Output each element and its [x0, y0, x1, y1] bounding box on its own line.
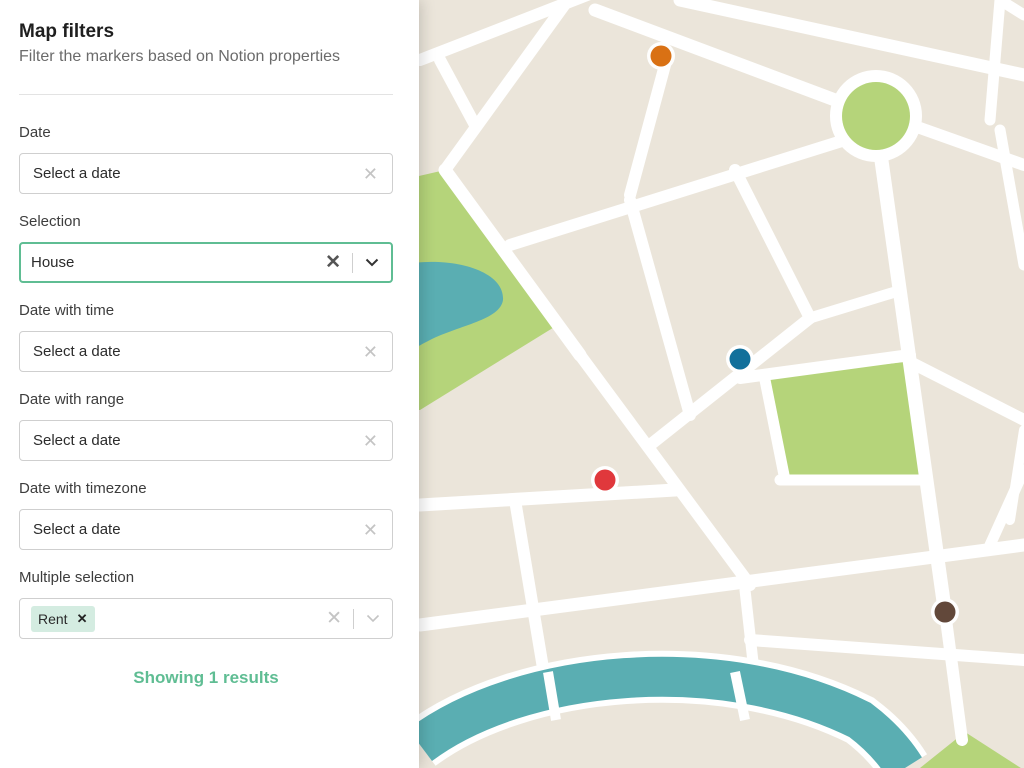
filter-panel: Map filters Filter the markers based on … [0, 0, 419, 768]
date-time-label: Date with time [19, 302, 115, 319]
date-label: Date [19, 124, 51, 141]
selection-label: Selection [19, 213, 81, 230]
clear-icon[interactable]: ✕ [363, 521, 378, 539]
chevron-down-icon[interactable] [354, 614, 392, 623]
date-filter: Date Select a date ✕ [19, 124, 393, 194]
panel-subtitle: Filter the markers based on Notion prope… [19, 48, 341, 65]
date-range-input[interactable]: Select a date ✕ [19, 420, 393, 461]
divider [19, 94, 393, 95]
map-marker-orange[interactable] [647, 42, 675, 70]
chevron-down-icon[interactable] [353, 258, 391, 267]
date-time-input[interactable]: Select a date ✕ [19, 331, 393, 372]
results-count: Showing 1 results [133, 668, 279, 687]
clear-icon[interactable]: ✕ [325, 253, 352, 272]
date-timezone-label: Date with timezone [19, 480, 147, 497]
multiple-selection-filter: Multiple selection Rent ✕ ✕ [19, 569, 393, 639]
date-timezone-input[interactable]: Select a date ✕ [19, 509, 393, 550]
date-timezone-placeholder: Select a date [33, 521, 121, 538]
selection-filter: Selection House ✕ [19, 213, 393, 283]
map-marker-blue[interactable] [726, 345, 754, 373]
clear-icon[interactable]: ✕ [326, 609, 353, 628]
clear-icon[interactable]: ✕ [363, 432, 378, 450]
selection-select[interactable]: House ✕ [19, 242, 393, 283]
date-placeholder: Select a date [33, 165, 121, 182]
selected-chip: Rent ✕ [31, 605, 96, 632]
chip-label: Rent [38, 610, 68, 627]
date-range-filter: Date with range Select a date ✕ [19, 391, 393, 461]
map-marker-brown[interactable] [931, 598, 959, 626]
multiple-selection-label: Multiple selection [19, 569, 135, 586]
date-time-placeholder: Select a date [33, 343, 121, 360]
multiple-selection-select[interactable]: Rent ✕ ✕ [19, 598, 393, 639]
date-time-filter: Date with time Select a date ✕ [19, 302, 393, 372]
park-area [764, 362, 920, 480]
date-range-placeholder: Select a date [33, 432, 121, 449]
clear-icon[interactable]: ✕ [363, 165, 378, 183]
date-range-label: Date with range [19, 391, 125, 408]
panel-title: Map filters [19, 21, 115, 42]
clear-icon[interactable]: ✕ [363, 343, 378, 361]
map-marker-red[interactable] [591, 466, 619, 494]
roundabout-center [842, 82, 910, 150]
date-timezone-filter: Date with timezone Select a date ✕ [19, 480, 393, 550]
date-input[interactable]: Select a date ✕ [19, 153, 393, 194]
remove-chip-icon[interactable]: ✕ [77, 611, 88, 627]
